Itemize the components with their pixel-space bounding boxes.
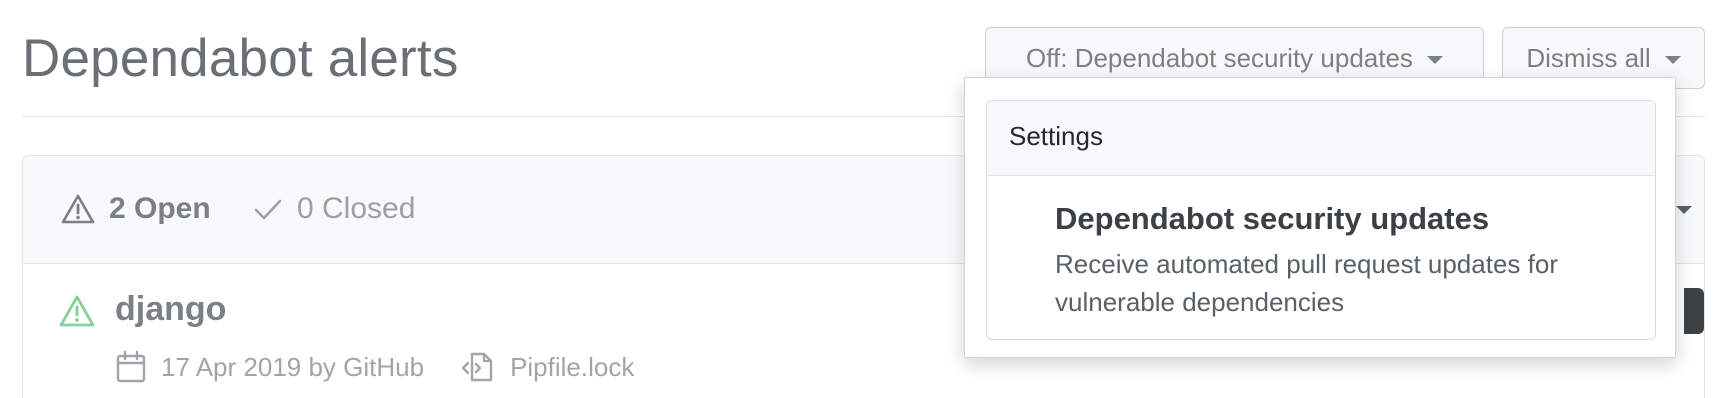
calendar-icon [116,350,146,383]
security-updates-dropdown: Settings Dependabot security updates Rec… [964,77,1676,358]
dependabot-security-updates-option[interactable]: Dependabot security updates Receive auto… [1055,201,1635,321]
check-icon [254,199,282,220]
file-code-icon [461,352,493,382]
page-title: Dependabot alerts [22,29,459,88]
chevron-down-icon [1664,56,1681,64]
alert-icon [61,194,95,224]
option-description: Receive automated pull request updates f… [1055,249,1558,317]
chevron-down-icon [1426,56,1443,64]
chevron-down-icon[interactable] [1676,206,1692,214]
alert-title-link[interactable]: django [115,290,226,329]
alert-icon [59,295,95,327]
alert-date-author: 17 Apr 2019 by GitHub [161,351,425,382]
open-alerts-filter[interactable]: 2 Open [61,192,211,226]
alert-meta: 17 Apr 2019 by GitHub Pipfile.lock [115,350,634,384]
closed-alerts-filter[interactable]: 0 Closed [253,192,415,226]
security-updates-label: Off: Dependabot security updates [1026,42,1413,73]
open-count-label: 2 Open [109,192,211,225]
dismiss-all-label: Dismiss all [1526,42,1651,73]
option-title: Dependabot security updates [1055,201,1490,236]
row-action-button[interactable] [1684,288,1704,334]
manifest-link[interactable]: Pipfile.lock [510,352,634,383]
dropdown-panel: Settings Dependabot security updates Rec… [986,100,1656,340]
dropdown-heading: Settings [987,101,1655,176]
closed-count-label: 0 Closed [297,192,416,225]
